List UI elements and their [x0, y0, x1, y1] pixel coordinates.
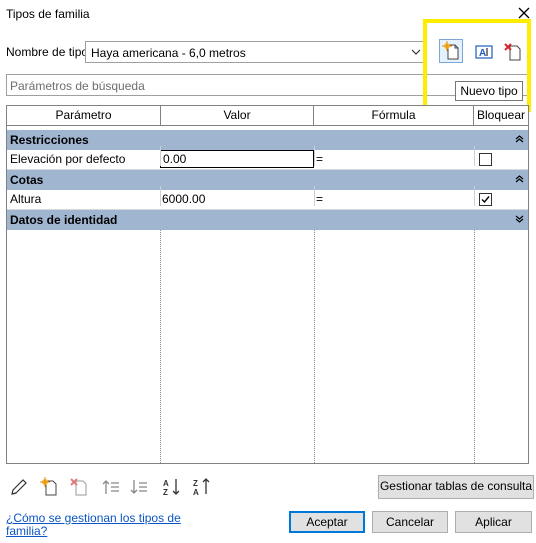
formula-cell[interactable]: =	[316, 190, 323, 209]
column-header-lock[interactable]: Bloquear	[474, 106, 528, 126]
group-header-identity-data[interactable]: Datos de identidad	[7, 210, 528, 230]
svg-text:Z: Z	[163, 488, 168, 497]
edit-parameter-button[interactable]	[8, 476, 30, 498]
move-up-icon	[102, 480, 119, 494]
delete-parameter-icon	[70, 478, 87, 496]
move-down-button[interactable]	[128, 476, 150, 498]
table-row: Altura 6000.00 =	[7, 190, 528, 210]
apply-button[interactable]: Aplicar	[455, 511, 532, 533]
column-divider	[314, 186, 315, 206]
value-cell[interactable]: 6000.00	[162, 190, 205, 209]
group-label: Restricciones	[10, 133, 89, 147]
collapse-chevron-icon	[515, 170, 524, 190]
svg-text:A: A	[163, 479, 169, 488]
group-label: Datos de identidad	[10, 213, 118, 227]
column-divider	[474, 146, 475, 166]
tooltip: Nuevo tipo	[455, 81, 523, 101]
new-parameter-icon	[40, 477, 57, 496]
sort-ascending-icon: A Z	[163, 479, 180, 497]
move-up-button[interactable]	[100, 476, 122, 498]
new-parameter-button[interactable]	[38, 476, 60, 498]
sort-ascending-button[interactable]: A Z	[161, 476, 183, 498]
search-placeholder: Parámetros de búsqueda	[10, 79, 145, 93]
type-name-dropdown[interactable]: Haya americana - 6,0 metros	[85, 41, 427, 63]
help-link[interactable]: ¿Cómo se gestionan los tipos de familia?	[6, 512, 206, 538]
manage-lookup-tables-button[interactable]: Gestionar tablas de consulta	[378, 475, 534, 499]
pencil-icon	[11, 479, 27, 495]
type-name-label: Nombre de tipo:	[6, 45, 92, 59]
group-header-dimensions[interactable]: Cotas	[7, 170, 528, 190]
column-divider	[160, 186, 161, 206]
column-header-parameter[interactable]: Parámetro	[7, 106, 161, 126]
close-icon	[518, 7, 530, 19]
value-input[interactable]: 0.00	[160, 150, 314, 168]
formula-cell[interactable]: =	[316, 150, 323, 169]
svg-text:Z: Z	[193, 479, 198, 488]
delete-parameter-button[interactable]	[68, 476, 90, 498]
lock-checkbox[interactable]	[479, 193, 492, 206]
window-title: Tipos de familia	[6, 7, 90, 21]
table-row: Elevación por defecto 0.00 =	[7, 150, 528, 170]
lock-checkbox[interactable]	[479, 153, 492, 166]
collapse-chevron-icon	[515, 130, 524, 150]
column-header-formula[interactable]: Fórmula	[314, 106, 474, 126]
param-name: Elevación por defecto	[10, 152, 126, 166]
column-divider	[474, 186, 475, 206]
move-down-icon	[130, 480, 147, 494]
column-header-value[interactable]: Valor	[161, 106, 314, 126]
checkmark-icon	[481, 196, 490, 204]
chevron-down-icon	[411, 49, 421, 55]
group-header-constraints[interactable]: Restricciones	[7, 130, 528, 150]
group-label: Cotas	[10, 173, 44, 187]
column-divider	[314, 146, 315, 166]
type-name-value: Haya americana - 6,0 metros	[91, 46, 246, 60]
parameters-grid: Parámetro Valor Fórmula Bloquear Restric…	[6, 105, 529, 464]
sort-descending-icon: Z A	[193, 478, 210, 497]
column-divider	[160, 146, 161, 166]
sort-descending-button[interactable]: Z A	[191, 476, 213, 498]
column-divider	[160, 230, 161, 463]
param-name: Altura	[10, 192, 42, 206]
column-divider	[314, 230, 315, 463]
column-divider	[474, 230, 475, 463]
ok-button[interactable]: Aceptar	[289, 511, 365, 533]
expand-chevron-icon	[515, 210, 524, 230]
svg-text:A: A	[193, 488, 199, 497]
cancel-button[interactable]: Cancelar	[372, 511, 448, 533]
